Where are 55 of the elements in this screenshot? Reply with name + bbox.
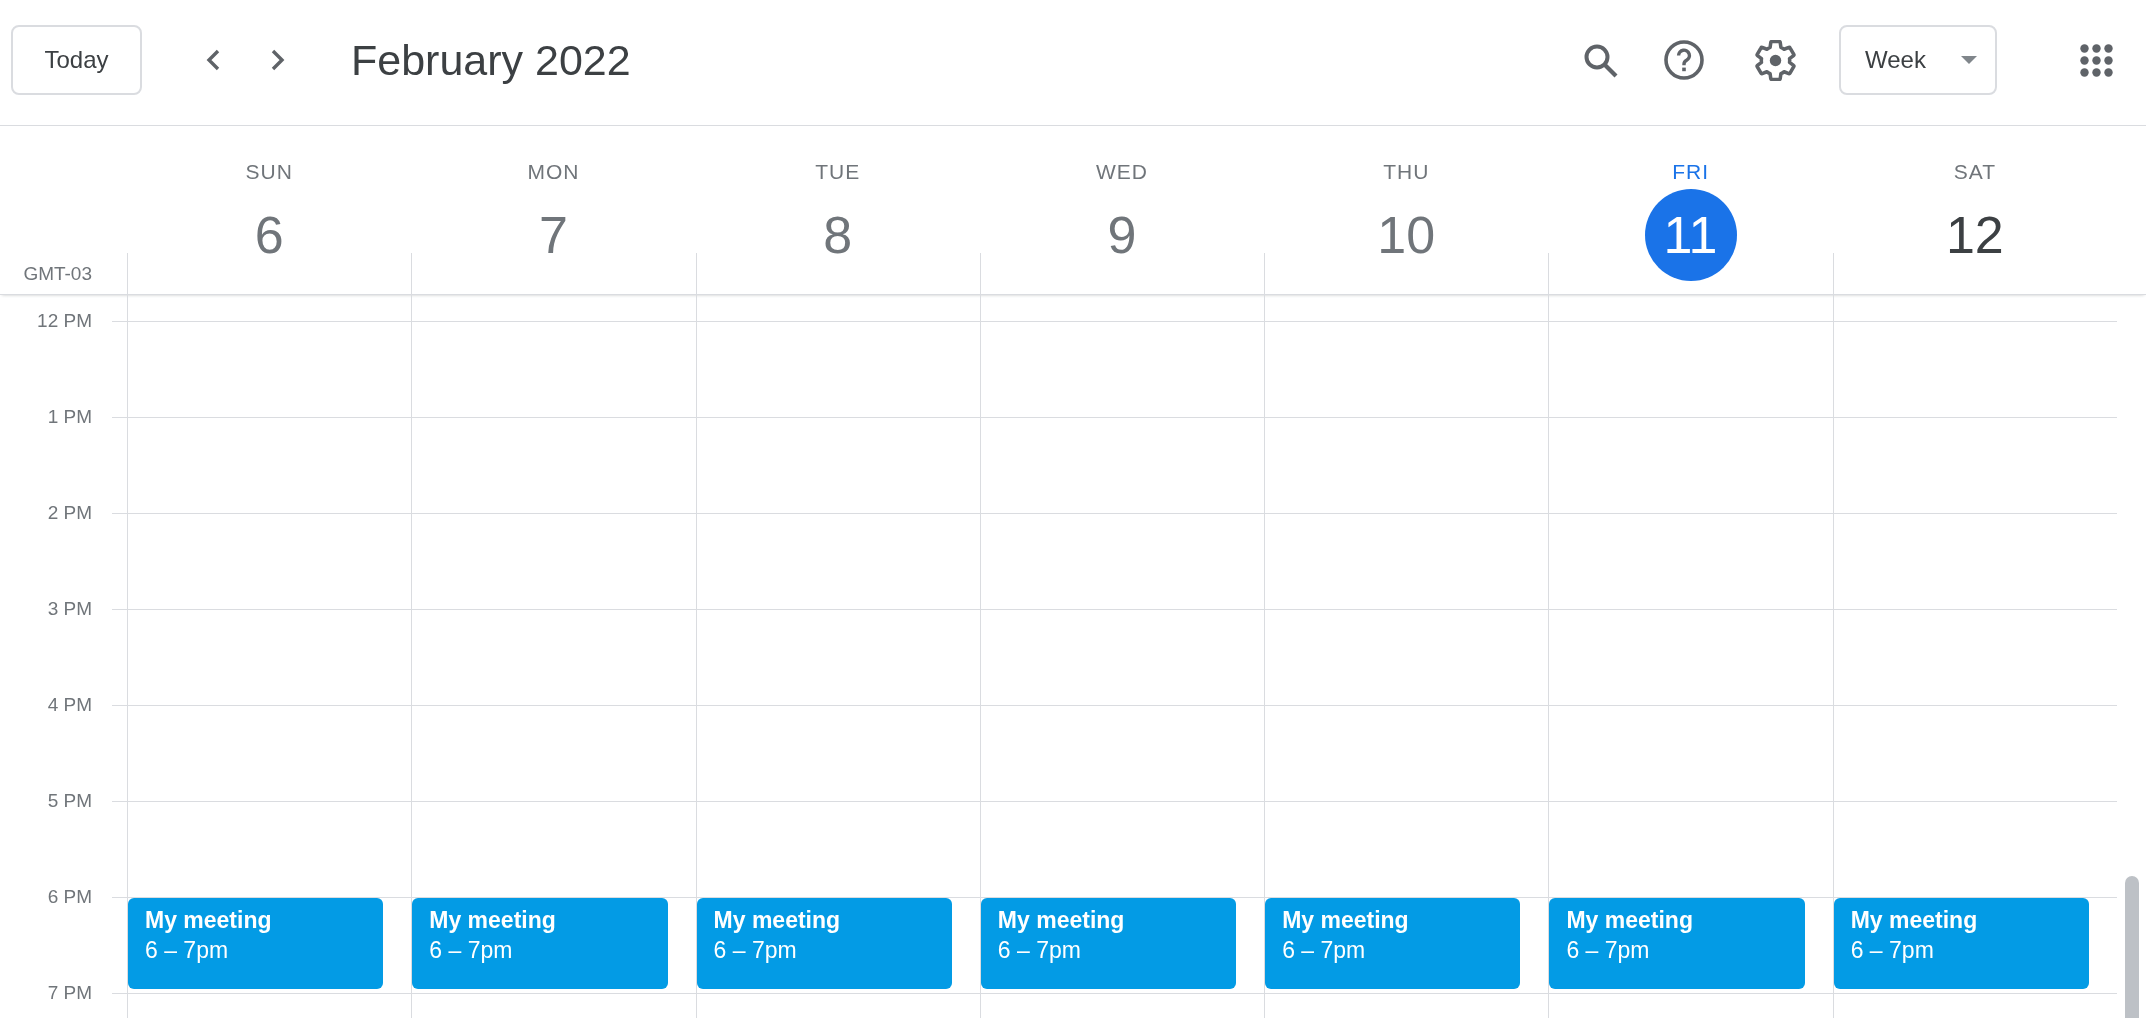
calendar-event[interactable]: My meeting 6 – 7pm — [1549, 898, 1805, 989]
day-number[interactable]: 7 — [507, 189, 600, 281]
calendar-event[interactable]: My meeting 6 – 7pm — [980, 898, 1237, 989]
chevron-left-icon[interactable] — [205, 48, 221, 72]
event-title: My meeting — [1282, 906, 1410, 935]
apps-grid-icon[interactable] — [2080, 43, 2113, 77]
event-title: My meeting — [997, 906, 1126, 935]
gear-icon[interactable] — [1755, 39, 1796, 81]
day-number[interactable]: 12 — [1928, 189, 2021, 281]
time-label: 5 PM — [46, 789, 93, 813]
day-name: SAT — [1953, 160, 1996, 184]
calendar-event[interactable]: My meeting 6 – 7pm — [1833, 898, 2089, 989]
view-dropdown[interactable]: Week — [1839, 25, 1997, 95]
month-title: February 2022 — [351, 35, 631, 86]
event-title: My meeting — [429, 906, 557, 935]
day-name: SUN — [245, 160, 293, 184]
calendar-event[interactable]: My meeting 6 – 7pm — [696, 898, 952, 989]
day-number[interactable]: 8 — [791, 189, 884, 281]
event-title: My meeting — [1850, 906, 1979, 935]
search-icon[interactable] — [1583, 42, 1618, 78]
time-label: 7 PM — [46, 981, 93, 1005]
day-name: MON — [527, 160, 580, 184]
event-time: 6 – 7pm — [713, 936, 798, 965]
time-label: 2 PM — [46, 501, 93, 525]
time-label: 6 PM — [46, 885, 93, 909]
time-label: 4 PM — [46, 693, 93, 717]
event-time: 6 – 7pm — [145, 936, 230, 965]
event-title: My meeting — [1566, 906, 1694, 935]
scrollbar-thumb[interactable] — [2125, 876, 2139, 1018]
day-name: FRI — [1672, 160, 1709, 184]
day-name: TUE — [815, 160, 861, 184]
day-number[interactable]: 10 — [1360, 189, 1453, 281]
caret-icon — [1961, 56, 1977, 64]
today-button[interactable]: Today — [11, 25, 142, 95]
chevron-right-icon[interactable] — [270, 48, 286, 72]
day-number[interactable]: 6 — [223, 189, 316, 281]
calendar-event[interactable]: My meeting 6 – 7pm — [128, 898, 384, 989]
help-icon[interactable] — [1664, 40, 1704, 80]
timezone-label: GMT-03 — [23, 264, 92, 284]
day-number[interactable]: 9 — [1076, 189, 1168, 281]
day-name: THU — [1383, 160, 1430, 184]
event-time: 6 – 7pm — [997, 936, 1082, 965]
time-label: 12 PM — [36, 309, 93, 333]
event-time: 6 – 7pm — [1850, 936, 1935, 965]
calendar-event[interactable]: My meeting 6 – 7pm — [412, 898, 668, 989]
today-date-badge[interactable]: 11 — [1644, 189, 1737, 281]
time-label: 1 PM — [46, 405, 93, 429]
time-label: 3 PM — [46, 597, 93, 621]
event-time: 6 – 7pm — [1282, 936, 1367, 965]
event-time: 6 – 7pm — [1566, 936, 1651, 965]
event-title: My meeting — [145, 906, 273, 935]
day-name: WED — [1096, 160, 1148, 184]
calendar-event[interactable]: My meeting 6 – 7pm — [1265, 898, 1521, 989]
event-title: My meeting — [713, 906, 842, 935]
event-time: 6 – 7pm — [429, 936, 514, 965]
